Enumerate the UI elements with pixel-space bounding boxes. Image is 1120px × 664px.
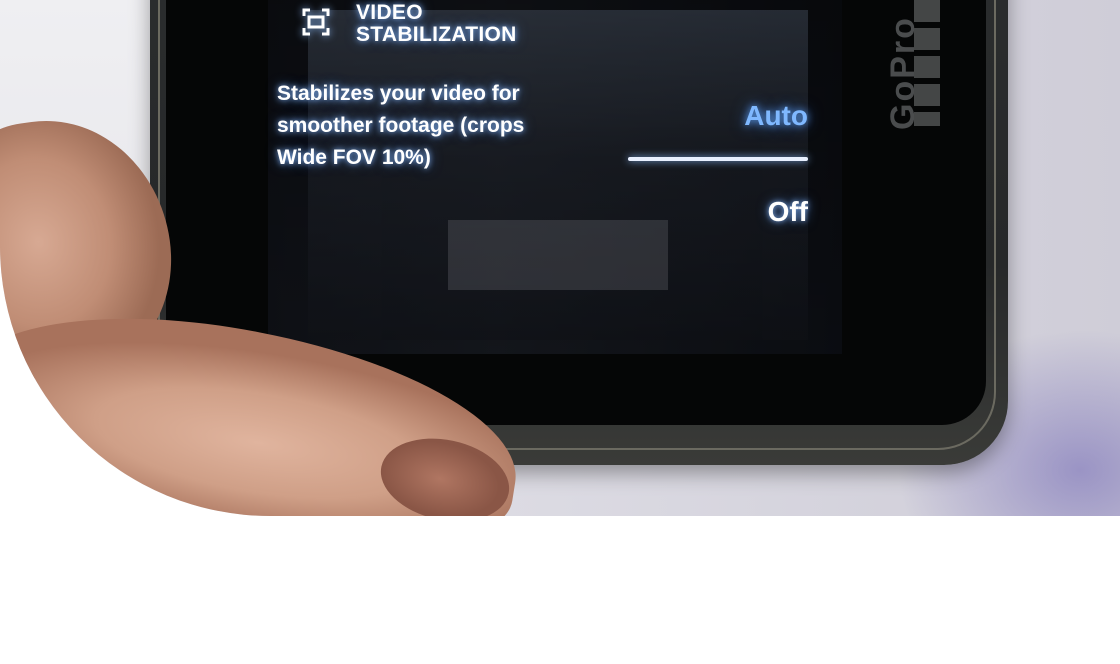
description-line: Stabilizes your video for: [277, 82, 520, 105]
screen-preview-scene: [308, 10, 808, 340]
option-auto[interactable]: Auto: [620, 100, 808, 132]
setting-title-line-2: STABILIZATION: [356, 23, 517, 46]
option-off[interactable]: Off: [700, 196, 808, 228]
camera-screen: [268, 0, 842, 354]
setting-title-line-1: VIDEO: [356, 1, 423, 24]
photo: GoPro VIDEO STABILIZATION Stabilizes you…: [0, 0, 1120, 516]
selection-indicator: [628, 157, 808, 161]
description-line: Wide FOV 10%): [277, 146, 431, 169]
setting-description: Stabilizes your video for smoother foota…: [277, 78, 577, 174]
brand-blocks: [914, 0, 940, 126]
stabilization-icon: [302, 8, 330, 36]
description-line: smoother footage (crops: [277, 114, 525, 137]
setting-title: VIDEO STABILIZATION: [356, 2, 517, 46]
